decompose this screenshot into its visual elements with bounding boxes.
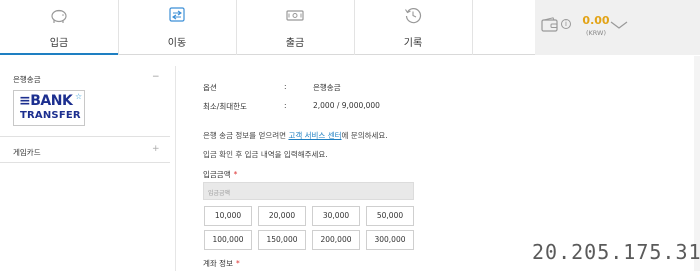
colon: : bbox=[284, 101, 287, 110]
notice-text: 은행 송금 정보를 얻으려면 bbox=[203, 131, 289, 140]
star-icon: ☆ bbox=[75, 92, 83, 101]
account-info-label: 계좌 정보 * bbox=[203, 258, 240, 269]
quick-amount-button[interactable]: 30,000 bbox=[312, 206, 360, 226]
deposit-confirm-notice: 입금 확인 후 입금 내역을 입력해주세요. bbox=[203, 150, 328, 159]
account-info-text: 계좌 정보 bbox=[203, 259, 233, 268]
info-icon[interactable]: i bbox=[561, 19, 571, 29]
sidebar-item-game-card[interactable]: 게임카드 + bbox=[0, 138, 170, 162]
collapse-icon[interactable]: − bbox=[152, 72, 160, 82]
quick-amount-button[interactable]: 20,000 bbox=[258, 206, 306, 226]
amount-label: 입금금액 * bbox=[203, 169, 237, 180]
tab-history[interactable]: 기록 bbox=[354, 0, 472, 55]
customer-service-link[interactable]: 고객 서비스 센터 bbox=[288, 131, 341, 140]
top-navigation: 입금 이동 출금 기록 i 0.00 (KRW) bbox=[0, 0, 700, 55]
option-label: 옵션 bbox=[203, 83, 217, 92]
quick-amount-button[interactable]: 50,000 bbox=[366, 206, 414, 226]
sidebar-item-bank-transfer[interactable]: 은행송금 − bbox=[0, 66, 170, 90]
scrollbar[interactable] bbox=[694, 56, 700, 271]
notice-text: 에 문의하세요. bbox=[341, 131, 388, 140]
amount-label-text: 입금금액 bbox=[203, 170, 231, 179]
sidebar-item-label: 은행송금 bbox=[13, 75, 41, 84]
quick-amount-button[interactable]: 300,000 bbox=[366, 230, 414, 250]
required-mark: * bbox=[233, 170, 238, 179]
balance-amount: 0.00 bbox=[582, 14, 610, 27]
content-divider bbox=[175, 66, 176, 271]
cash-icon bbox=[286, 10, 304, 21]
piggy-bank-icon bbox=[51, 9, 67, 23]
logo-text-transfer: TRANSFER bbox=[20, 110, 81, 121]
limit-label: 최소/최대한도 bbox=[203, 102, 247, 111]
limit-value: 2,000 / 9,000,000 bbox=[313, 101, 380, 110]
required-mark: * bbox=[235, 259, 240, 268]
logo-text-bank: ≡BANK bbox=[19, 93, 73, 109]
bank-transfer-logo[interactable]: ≡BANK TRANSFER ☆ bbox=[13, 90, 85, 126]
tab-transfer[interactable]: 이동 bbox=[118, 0, 236, 55]
colon: : bbox=[284, 82, 287, 91]
wallet-icon bbox=[541, 17, 558, 32]
tab-deposit-label: 입금 bbox=[49, 38, 69, 49]
tab-withdraw[interactable]: 출금 bbox=[236, 0, 354, 55]
tab-transfer-label: 이동 bbox=[167, 38, 187, 49]
tab-withdraw-label: 출금 bbox=[285, 38, 305, 49]
amount-input[interactable]: 입금금액 bbox=[203, 182, 414, 200]
quick-amount-button[interactable]: 100,000 bbox=[204, 230, 252, 250]
bank-info-notice: 은행 송금 정보를 얻으려면 고객 서비스 센터에 문의하세요. bbox=[203, 130, 388, 141]
balance-currency: (KRW) bbox=[585, 29, 606, 37]
sidebar-item-label: 게임카드 bbox=[13, 148, 41, 157]
history-icon bbox=[405, 8, 422, 24]
option-row: 옵션 : 은행송금 bbox=[203, 82, 423, 94]
quick-amount-button[interactable]: 150,000 bbox=[258, 230, 306, 250]
divider bbox=[0, 162, 170, 163]
expand-icon[interactable]: + bbox=[152, 144, 160, 154]
quick-amount-button[interactable]: 200,000 bbox=[312, 230, 360, 250]
ip-watermark: 20.205.175.31 bbox=[532, 240, 700, 264]
tab-separator bbox=[472, 0, 473, 55]
tab-history-label: 기록 bbox=[403, 38, 423, 49]
quick-amount-button[interactable]: 10,000 bbox=[204, 206, 252, 226]
divider bbox=[0, 136, 170, 137]
wallet-balance[interactable]: i 0.00 (KRW) bbox=[535, 0, 700, 55]
limit-row: 최소/최대한도 : 2,000 / 9,000,000 bbox=[203, 101, 423, 113]
option-value: 은행송금 bbox=[313, 83, 341, 92]
tab-deposit[interactable]: 입금 bbox=[0, 0, 118, 55]
chevron-down-icon[interactable] bbox=[610, 20, 628, 30]
transfer-icon bbox=[169, 7, 185, 22]
